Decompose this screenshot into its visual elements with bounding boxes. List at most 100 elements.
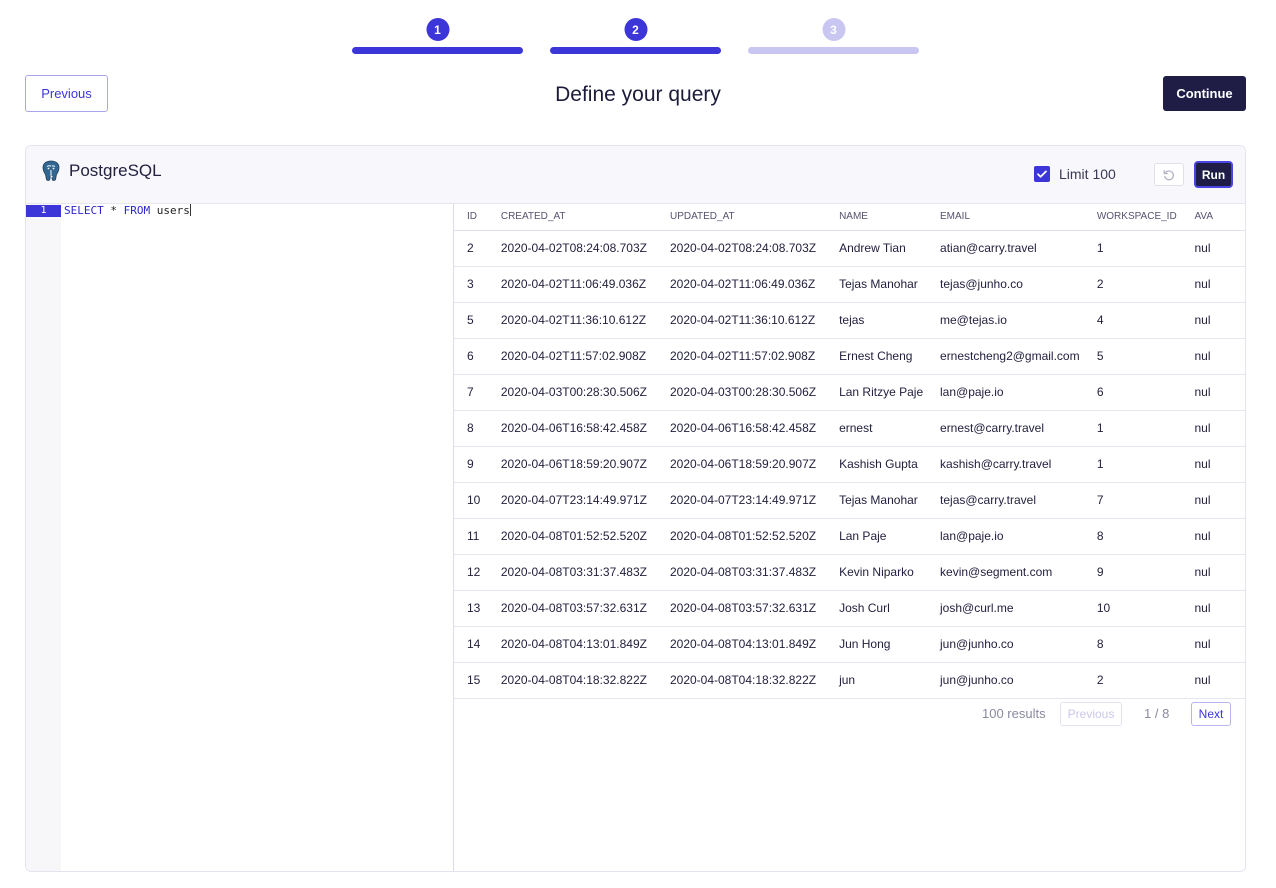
step-1-bar xyxy=(352,47,523,54)
table-cell: jun xyxy=(839,662,941,699)
checkmark-icon xyxy=(1037,170,1047,178)
table-cell: 9 xyxy=(454,446,501,483)
query-table: users xyxy=(150,204,190,217)
postgresql-elephant-icon xyxy=(42,160,60,181)
pagination-next-button[interactable]: Next xyxy=(1191,702,1231,726)
table-row[interactable]: 3 2020-04-02T11:06:49.036Z 2020-04-02T11:0… xyxy=(454,266,1245,303)
table-cell: 11 xyxy=(454,518,501,555)
limit-checkbox[interactable] xyxy=(1034,166,1050,182)
pagination: 100 results Previous 1 / 8 Next xyxy=(454,702,1245,726)
keyword-from: FROM xyxy=(123,204,151,217)
table-cell: 2020-04-07T23:14:49.971Z xyxy=(500,482,670,519)
table-cell: 2020-04-08T03:57:32.631Z xyxy=(500,590,670,627)
table-cell: me@tejas.io xyxy=(940,302,1097,339)
table-cell: tejas@junho.co xyxy=(940,266,1097,303)
table-row[interactable]: 5 2020-04-02T11:36:10.612Z 2020-04-02T11:3… xyxy=(454,302,1245,339)
step-2-bar xyxy=(550,47,721,54)
table-cell: nul xyxy=(1194,554,1245,591)
column-header: WORKSPACE_ID xyxy=(1096,204,1195,231)
table-cell: nul xyxy=(1194,230,1245,267)
run-button[interactable]: Run xyxy=(1194,161,1233,188)
step-2-number: 2 xyxy=(624,18,647,41)
table-cell: nul xyxy=(1194,446,1245,483)
results-count: 100 results xyxy=(982,706,1046,721)
table-cell: nul xyxy=(1194,482,1245,519)
keyword-select: SELECT xyxy=(64,204,104,217)
table-row[interactable]: 9 2020-04-06T18:59:20.907Z 2020-04-06T18:5… xyxy=(454,446,1245,483)
datasource-name: PostgreSQL xyxy=(69,161,162,180)
results-table: ID CREATED_AT UPDATED_AT NAME EMAIL WORK… xyxy=(454,204,1245,699)
table-row[interactable]: 6 2020-04-02T11:57:02.908Z 2020-04-02T11:5… xyxy=(454,338,1245,375)
table-cell: josh@curl.me xyxy=(940,590,1097,627)
sql-editor[interactable]: 1 SELECT * FROM users xyxy=(26,204,454,871)
table-cell: 1 xyxy=(1096,446,1195,483)
reset-query-button[interactable] xyxy=(1154,163,1184,186)
step-3: 3 xyxy=(748,18,919,58)
limit-label[interactable]: Limit 100 xyxy=(1059,166,1116,182)
query-panel: PostgreSQL Limit 100 Run 1 SELECT * FROM… xyxy=(25,145,1246,872)
table-cell: 1 xyxy=(1096,230,1195,267)
page-title: Define your query xyxy=(555,83,721,106)
table-cell: jun@junho.co xyxy=(940,662,1097,699)
table-cell: 6 xyxy=(454,338,501,375)
table-row[interactable]: 8 2020-04-06T16:58:42.458Z 2020-04-06T16:5… xyxy=(454,410,1245,447)
table-cell: 2 xyxy=(1096,266,1195,303)
table-cell: 2020-04-08T01:52:52.520Z xyxy=(669,518,840,555)
panel-header: PostgreSQL Limit 100 Run xyxy=(26,146,1245,204)
table-cell: nul xyxy=(1194,590,1245,627)
table-row[interactable]: 10 2020-04-07T23:14:49.971Z 2020-04-07T23:… xyxy=(454,482,1245,519)
table-cell: 2020-04-02T11:36:10.612Z xyxy=(500,302,670,339)
table-cell: Andrew Tian xyxy=(839,230,941,267)
table-cell: kashish@carry.travel xyxy=(940,446,1097,483)
step-3-number: 3 xyxy=(822,18,845,41)
table-cell: 2020-04-08T04:13:01.849Z xyxy=(500,626,670,663)
table-cell: 2020-04-02T08:24:08.703Z xyxy=(500,230,670,267)
table-cell: 5 xyxy=(1096,338,1195,375)
table-row[interactable]: 15 2020-04-08T04:18:32.822Z 2020-04-08T04:… xyxy=(454,662,1245,699)
table-cell: nul xyxy=(1194,410,1245,447)
line-number: 1 xyxy=(26,205,61,217)
table-cell: 2020-04-08T03:31:37.483Z xyxy=(669,554,840,591)
table-cell: 8 xyxy=(1096,518,1195,555)
table-cell: nul xyxy=(1194,266,1245,303)
table-row[interactable]: 2 2020-04-02T08:24:08.703Z 2020-04-02T08:2… xyxy=(454,230,1245,267)
table-cell: 7 xyxy=(454,374,501,411)
table-cell: nul xyxy=(1194,626,1245,663)
table-cell: 7 xyxy=(1096,482,1195,519)
table-cell: 2020-04-03T00:28:30.506Z xyxy=(669,374,840,411)
table-cell: Lan Ritzye Paje xyxy=(839,374,941,411)
table-row[interactable]: 12 2020-04-08T03:31:37.483Z 2020-04-08T03:… xyxy=(454,554,1245,591)
table-cell: 1 xyxy=(1096,410,1195,447)
table-cell: 15 xyxy=(454,662,501,699)
table-row[interactable]: 13 2020-04-08T03:57:32.631Z 2020-04-08T03:… xyxy=(454,590,1245,627)
table-cell: 2020-04-08T03:31:37.483Z xyxy=(500,554,670,591)
column-header: UPDATED_AT xyxy=(669,204,840,231)
table-cell: Kashish Gupta xyxy=(839,446,941,483)
table-cell: atian@carry.travel xyxy=(940,230,1097,267)
text-cursor xyxy=(189,204,191,216)
sql-code[interactable]: SELECT * FROM users xyxy=(64,204,191,218)
table-cell: kevin@segment.com xyxy=(940,554,1097,591)
table-row[interactable]: 11 2020-04-08T01:52:52.520Z 2020-04-08T01:… xyxy=(454,518,1245,555)
table-cell: Lan Paje xyxy=(839,518,941,555)
table-row[interactable]: 14 2020-04-08T04:13:01.849Z 2020-04-08T04:… xyxy=(454,626,1245,663)
step-1-number: 1 xyxy=(426,18,449,41)
continue-button[interactable]: Continue xyxy=(1163,76,1246,111)
table-cell: 6 xyxy=(1096,374,1195,411)
table-cell: 2020-04-02T11:36:10.612Z xyxy=(669,302,840,339)
table-cell: Ernest Cheng xyxy=(839,338,941,375)
table-cell: 10 xyxy=(1096,590,1195,627)
table-cell: nul xyxy=(1194,662,1245,699)
step-3-bar xyxy=(748,47,919,54)
table-cell: 2020-04-06T18:59:20.907Z xyxy=(669,446,840,483)
table-cell: ernestcheng2@gmail.com xyxy=(940,338,1097,375)
pagination-previous-button[interactable]: Previous xyxy=(1060,702,1122,726)
table-cell: nul xyxy=(1194,374,1245,411)
table-cell: tejas xyxy=(839,302,941,339)
table-row[interactable]: 7 2020-04-03T00:28:30.506Z 2020-04-03T00:2… xyxy=(454,374,1245,411)
column-header: AVA xyxy=(1194,204,1245,231)
table-cell: tejas@carry.travel xyxy=(940,482,1097,519)
table-cell: 2 xyxy=(454,230,501,267)
table-cell: 2020-04-02T11:06:49.036Z xyxy=(500,266,670,303)
table-cell: 14 xyxy=(454,626,501,663)
